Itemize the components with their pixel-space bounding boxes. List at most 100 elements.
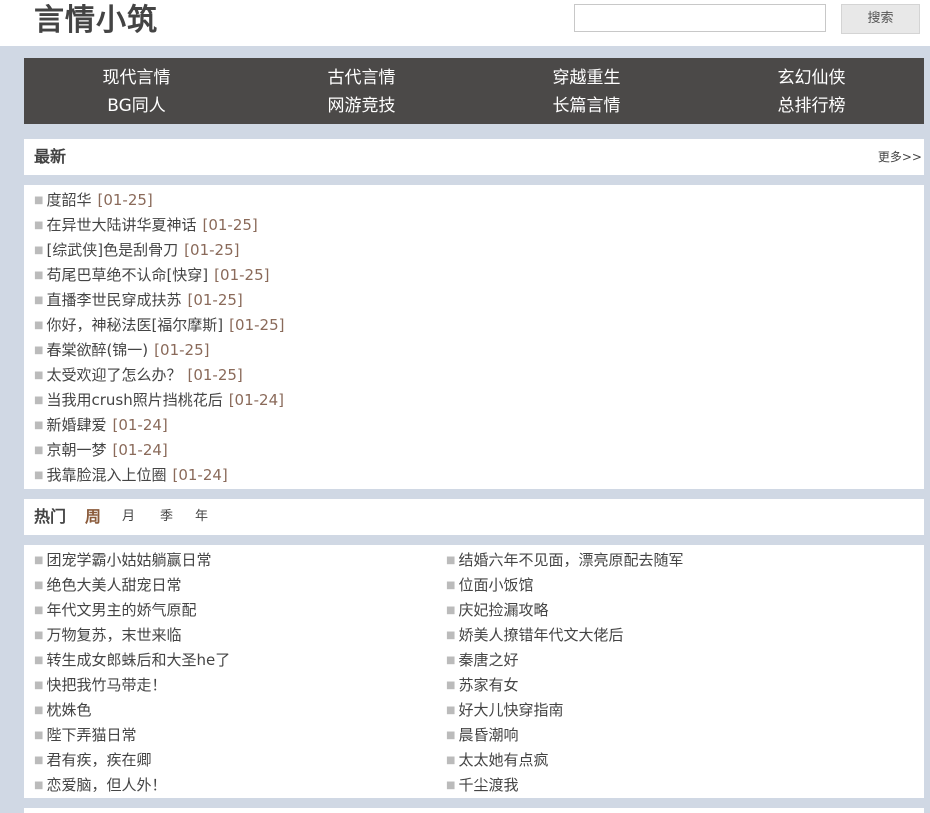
book-title-link[interactable]: 娇美人撩错年代文大佬后	[458, 626, 623, 644]
book-title-link[interactable]: 恋爱脑，但人外！	[46, 776, 166, 794]
list-item: ■ 春棠欲醉(锦一) [01-25]	[34, 338, 284, 363]
next-panel-edge	[24, 808, 924, 813]
list-item: ■ 我靠脸混入上位圈 [01-24]	[34, 463, 284, 488]
update-date: [01-24]	[112, 441, 168, 459]
bullet-icon: ■	[34, 730, 44, 741]
book-title-link[interactable]: 秦唐之好	[458, 651, 518, 669]
nav-rankings[interactable]: 总排行榜	[699, 94, 924, 118]
book-title-link[interactable]: 苏家有女	[458, 676, 518, 694]
hot-list-right: ■ 结婚六年不见面，漂亮原配去随军 ■ 位面小饭馆 ■ 庆妃捡漏攻略 ■ 娇美人撩错年代文大佬…	[446, 548, 683, 798]
book-title-link[interactable]: 万物复苏，末世来临	[46, 626, 181, 644]
list-item: ■ 你好，神秘法医[福尔摩斯] [01-25]	[34, 313, 284, 338]
list-item: ■ 年代文男主的娇气原配	[34, 598, 230, 623]
bullet-icon: ■	[34, 630, 44, 641]
list-item: ■ 好大儿快穿指南	[446, 698, 683, 723]
nav-time-travel[interactable]: 穿越重生	[474, 66, 699, 90]
list-item: ■ 君有疾，疾在卿	[34, 748, 230, 773]
book-title-link[interactable]: 度韶华	[46, 191, 91, 209]
site-logo[interactable]: 言情小筑	[34, 2, 158, 40]
latest-list: ■ 度韶华 [01-25] ■ 在异世大陆讲华夏神话 [01-25] ■ [综武侠]色是刮骨刀…	[34, 188, 284, 488]
list-item: ■ 直播李世民穿成扶苏 [01-25]	[34, 288, 284, 313]
bullet-icon: ■	[34, 655, 44, 666]
book-title-link[interactable]: 结婚六年不见面，漂亮原配去随军	[458, 551, 683, 569]
list-item: ■ 转生成女郎蛛后和大圣he了	[34, 648, 230, 673]
bullet-icon: ■	[446, 680, 456, 691]
nav-ancient-romance[interactable]: 古代言情	[249, 66, 474, 90]
book-title-link[interactable]: 千尘渡我	[458, 776, 518, 794]
book-title-link[interactable]: 春棠欲醉(锦一)	[46, 341, 148, 359]
update-date: [01-24]	[172, 466, 228, 484]
book-title-link[interactable]: 我靠脸混入上位圈	[46, 466, 166, 484]
book-title-link[interactable]: 当我用crush照片挡桃花后	[46, 391, 222, 409]
book-title-link[interactable]: 团宠学霸小姑姑躺赢日常	[46, 551, 211, 569]
book-title-link[interactable]: 绝色大美人甜宠日常	[46, 576, 181, 594]
book-title-link[interactable]: 转生成女郎蛛后和大圣he了	[46, 651, 230, 669]
book-title-link[interactable]: 直播李世民穿成扶苏	[46, 291, 181, 309]
tab-month[interactable]: 月	[122, 499, 135, 535]
book-title-link[interactable]: 晨昏潮响	[458, 726, 518, 744]
nav-long-romance[interactable]: 长篇言情	[474, 94, 699, 118]
update-date: [01-25]	[229, 316, 285, 334]
nav-bg-fanfic[interactable]: BG同人	[24, 94, 249, 118]
bullet-icon: ■	[34, 680, 44, 691]
book-title-link[interactable]: 年代文男主的娇气原配	[46, 601, 196, 619]
nav-fantasy[interactable]: 玄幻仙侠	[699, 66, 924, 90]
tab-week[interactable]: 周	[85, 499, 101, 535]
list-item: ■ 太受欢迎了怎么办？ [01-25]	[34, 363, 284, 388]
nav-modern-romance[interactable]: 现代言情	[24, 66, 249, 90]
list-item: ■ 绝色大美人甜宠日常	[34, 573, 230, 598]
list-item: ■ 新婚肆爱 [01-24]	[34, 413, 284, 438]
bullet-icon: ■	[34, 345, 44, 356]
search-input[interactable]	[574, 4, 826, 32]
bullet-icon: ■	[446, 580, 456, 591]
book-title-link[interactable]: 枕姝色	[46, 701, 91, 719]
bullet-icon: ■	[34, 755, 44, 766]
book-title-link[interactable]: 位面小饭馆	[458, 576, 533, 594]
list-item: ■ 当我用crush照片挡桃花后 [01-24]	[34, 388, 284, 413]
list-item: ■ 太太她有点疯	[446, 748, 683, 773]
tab-season[interactable]: 季	[160, 499, 173, 535]
bullet-icon: ■	[446, 630, 456, 641]
bullet-icon: ■	[34, 470, 44, 481]
update-date: [01-24]	[228, 391, 284, 409]
bullet-icon: ■	[34, 270, 44, 281]
bullet-icon: ■	[34, 605, 44, 616]
latest-panel: ■ 度韶华 [01-25] ■ 在异世大陆讲华夏神话 [01-25] ■ [综武侠]色是刮骨刀…	[24, 185, 924, 489]
bullet-icon: ■	[34, 295, 44, 306]
book-title-link[interactable]: [综武侠]色是刮骨刀	[46, 241, 178, 259]
bullet-icon: ■	[446, 780, 456, 791]
book-title-link[interactable]: 君有疾，疾在卿	[46, 751, 151, 769]
update-date: [01-25]	[184, 241, 240, 259]
site-header: 言情小筑 搜索	[0, 0, 930, 46]
update-date: [01-25]	[187, 366, 243, 384]
more-link[interactable]: 更多>>	[878, 139, 922, 175]
list-item: ■ 快把我竹马带走！	[34, 673, 230, 698]
book-title-link[interactable]: 陛下弄猫日常	[46, 726, 136, 744]
list-item: ■ 恋爱脑，但人外！	[34, 773, 230, 798]
bullet-icon: ■	[34, 555, 44, 566]
book-title-link[interactable]: 快把我竹马带走！	[46, 676, 166, 694]
search-button[interactable]: 搜索	[841, 4, 920, 34]
book-title-link[interactable]: 在异世大陆讲华夏神话	[46, 216, 196, 234]
bullet-icon: ■	[34, 195, 44, 206]
category-nav: 现代言情 古代言情 穿越重生 玄幻仙侠 BG同人 网游竞技 长篇言情 总排行榜	[24, 58, 924, 124]
list-item: ■ 苏家有女	[446, 673, 683, 698]
book-title-link[interactable]: 太受欢迎了怎么办？	[46, 366, 181, 384]
book-title-link[interactable]: 庆妃捡漏攻略	[458, 601, 548, 619]
list-item: ■ 娇美人撩错年代文大佬后	[446, 623, 683, 648]
book-title-link[interactable]: 好大儿快穿指南	[458, 701, 563, 719]
bullet-icon: ■	[34, 220, 44, 231]
bullet-icon: ■	[34, 780, 44, 791]
book-title-link[interactable]: 你好，神秘法医[福尔摩斯]	[46, 316, 223, 334]
book-title-link[interactable]: 苟尾巴草绝不认命[快穿]	[46, 266, 208, 284]
list-item: ■ 团宠学霸小姑姑躺赢日常	[34, 548, 230, 573]
book-title-link[interactable]: 太太她有点疯	[458, 751, 548, 769]
bullet-icon: ■	[446, 730, 456, 741]
tab-year[interactable]: 年	[195, 499, 208, 535]
book-title-link[interactable]: 京朝一梦	[46, 441, 106, 459]
bullet-icon: ■	[34, 705, 44, 716]
nav-gaming[interactable]: 网游竞技	[249, 94, 474, 118]
list-item: ■ 千尘渡我	[446, 773, 683, 798]
book-title-link[interactable]: 新婚肆爱	[46, 416, 106, 434]
hot-panel: ■ 团宠学霸小姑姑躺赢日常 ■ 绝色大美人甜宠日常 ■ 年代文男主的娇气原配 ■ 万物复苏，末…	[24, 545, 924, 798]
